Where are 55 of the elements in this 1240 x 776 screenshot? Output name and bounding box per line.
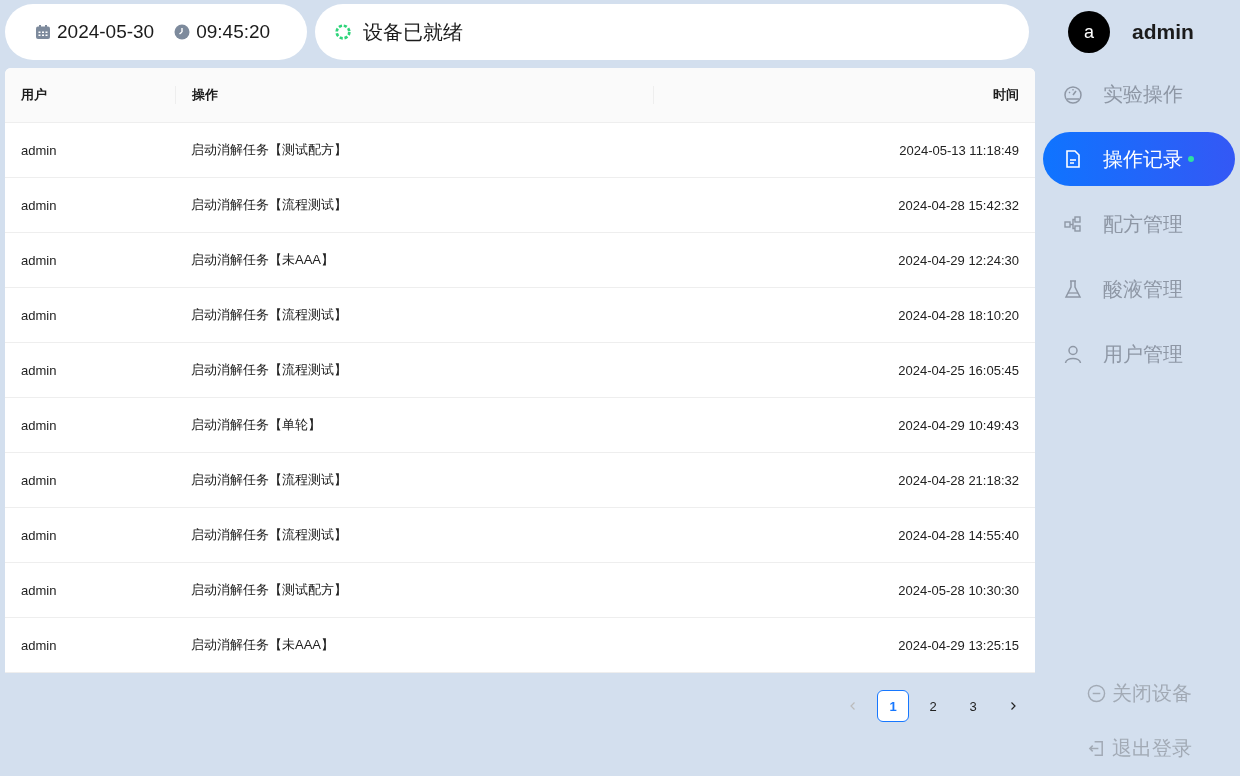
flowchart-icon [1063, 214, 1083, 234]
column-header: 操作 [175, 86, 653, 104]
chevron-left-icon [848, 701, 858, 711]
table-cell-text: admin [20, 197, 58, 213]
table-cell-text: 启动消解任务【流程测试】 [190, 361, 348, 379]
table-cell-text: 2024-04-29 12:24:30 [897, 252, 1020, 268]
table-cell-text: 2024-04-28 21:18:32 [897, 472, 1020, 488]
table-cell-text: 启动消解任务【未AAA】 [190, 636, 335, 654]
table-cell-text: admin [20, 472, 58, 488]
page-button[interactable]: 1 [877, 690, 909, 722]
table-cell-text: 2024-05-28 10:30:30 [897, 582, 1020, 598]
table-cell-text: 2024-04-28 14:55:40 [897, 527, 1020, 543]
document-icon [1063, 149, 1083, 169]
active-dot [1188, 156, 1194, 162]
table-cell-text: 启动消解任务【流程测试】 [190, 471, 348, 489]
time-text: 09:45:20 [196, 21, 271, 43]
column-header: 用户 [20, 86, 48, 104]
gauge-icon [1063, 84, 1083, 104]
user-name: admin [1132, 20, 1194, 44]
calendar-icon [35, 24, 51, 40]
table-cell-text: admin [20, 637, 58, 653]
loading-ring-icon [334, 23, 352, 41]
logout-icon [1086, 739, 1106, 758]
table-cell-text: admin [20, 362, 58, 378]
table-cell-text: admin [20, 142, 58, 158]
flask-icon [1063, 279, 1083, 299]
table-cell-text: admin [20, 527, 58, 543]
date-text: 2024-05-30 [57, 21, 155, 43]
table-cell-text: 启动消解任务【测试配方】 [190, 581, 348, 599]
table-cell-text: 启动消解任务【单轮】 [190, 416, 322, 434]
table-cell-text: 2024-04-28 15:42:32 [897, 197, 1020, 213]
table-cell-text: 启动消解任务【流程测试】 [190, 526, 348, 544]
table-cell-text: admin [20, 417, 58, 433]
status-text: 设备已就绪 [363, 19, 463, 45]
user-icon [1063, 344, 1083, 364]
table-cell-text: admin [20, 252, 58, 268]
table-cell-text: 2024-04-28 18:10:20 [897, 307, 1020, 323]
table-cell-text: 2024-04-25 16:05:45 [897, 362, 1020, 378]
column-header: 时间 [653, 86, 1035, 104]
chevron-right-icon [1008, 701, 1018, 711]
page-button[interactable]: 2 [917, 690, 949, 722]
page-button[interactable]: 3 [957, 690, 989, 722]
table-cell-text: 启动消解任务【流程测试】 [190, 196, 348, 214]
table-cell-text: 2024-05-13 11:18:49 [898, 142, 1020, 158]
table-cell-text: admin [20, 307, 58, 323]
table-cell-text: 启动消解任务【测试配方】 [190, 141, 348, 159]
user-avatar[interactable]: a [1068, 11, 1110, 53]
table-cell-text: admin [20, 582, 58, 598]
table-cell-text: 启动消解任务【未AAA】 [190, 251, 335, 269]
table-cell-text: 2024-04-29 10:49:43 [897, 417, 1020, 433]
table-cell-text: 2024-04-29 13:25:15 [897, 637, 1020, 653]
minus-circle-icon [1086, 684, 1106, 703]
nav-item[interactable]: 操作记录 [1043, 132, 1235, 186]
clock-icon [174, 24, 191, 40]
table-cell-text: 启动消解任务【流程测试】 [190, 306, 348, 324]
